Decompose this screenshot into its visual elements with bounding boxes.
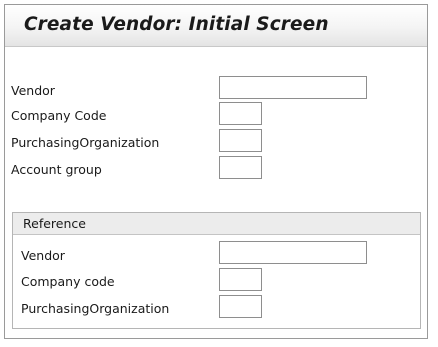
page-title: Create Vendor: Initial Screen [24,14,329,35]
reference-group: Reference Vendor Company code Purchasing… [12,212,421,329]
company-code-input[interactable] [219,102,262,125]
ref-vendor-label: Vendor [21,248,65,263]
title-bar: Create Vendor: Initial Screen [5,5,427,47]
vendor-label: Vendor [11,83,55,98]
sap-screen-frame: Create Vendor: Initial Screen Vendor Com… [4,4,428,339]
ref-purchasing-organization-label: PurchasingOrganization [21,301,170,316]
ref-company-code-label: Company code [21,274,115,289]
reference-group-title: Reference [23,216,86,231]
account-group-input[interactable] [219,156,262,179]
purchasing-organization-label: PurchasingOrganization [11,135,160,150]
purchasing-organization-input[interactable] [219,129,262,152]
reference-group-header: Reference [13,213,420,235]
ref-purchasing-organization-input[interactable] [219,295,262,318]
ref-vendor-input[interactable] [219,241,367,264]
vendor-input[interactable] [219,76,367,99]
ref-company-code-input[interactable] [219,268,262,291]
account-group-label: Account group [11,162,102,177]
company-code-label: Company Code [11,108,107,123]
